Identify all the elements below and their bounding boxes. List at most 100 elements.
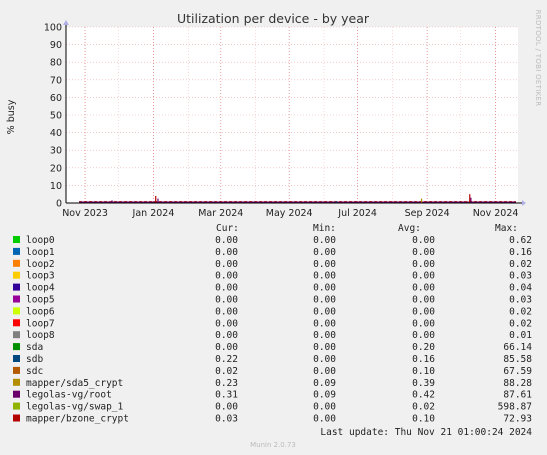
legend-min-value: 0.00 — [313, 259, 336, 270]
legend-cur-value: 0.00 — [215, 247, 238, 258]
y-tick-label: 80 — [50, 58, 62, 69]
legend-cur-value: 0.00 — [215, 235, 238, 246]
legend-cur-value: 0.00 — [215, 271, 238, 282]
legend-row: loop1 0.00 0.00 0.00 0.16 — [13, 247, 532, 258]
y-axis-arrow — [63, 20, 69, 25]
legend-avg-value: 0.10 — [412, 414, 435, 425]
legend-avg-value: 0.00 — [412, 330, 435, 341]
legend-min-value: 0.00 — [313, 330, 336, 341]
legend-label: loop1 — [26, 247, 55, 258]
legend-min-value: 0.09 — [313, 390, 336, 401]
legend-label: loop7 — [26, 318, 55, 329]
legend-swatch — [13, 331, 20, 339]
legend-cur-value: 0.31 — [215, 390, 238, 401]
legend-header-min: Min: — [313, 223, 336, 234]
legend-swatch — [13, 283, 20, 291]
legend-avg-value: 0.00 — [412, 259, 435, 270]
legend-max-value: 0.62 — [509, 235, 532, 246]
legend-swatch — [13, 307, 20, 315]
legend-min-value: 0.00 — [313, 414, 336, 425]
legend-row: loop8 0.00 0.00 0.00 0.01 — [13, 330, 532, 341]
x-tick-label: Sep 2024 — [405, 208, 450, 219]
legend-cur-value: 0.03 — [215, 414, 238, 425]
legend-avg-value: 0.39 — [412, 378, 435, 389]
legend-cur-value: 0.00 — [215, 283, 238, 294]
legend-max-value: 0.16 — [509, 247, 532, 258]
legend-label: sdc — [26, 366, 43, 377]
legend-row: sdb 0.22 0.00 0.16 85.58 — [13, 354, 532, 365]
y-tick-label: 70 — [50, 75, 62, 86]
legend-max-value: 0.01 — [509, 330, 532, 341]
legend-avg-value: 0.00 — [412, 283, 435, 294]
legend-avg-value: 0.10 — [412, 366, 435, 377]
x-tick-label: Jan 2024 — [132, 208, 175, 219]
legend-label: loop4 — [26, 283, 55, 294]
legend-min-value: 0.00 — [313, 283, 336, 294]
legend-swatch — [13, 390, 20, 398]
legend-avg-value: 0.00 — [412, 235, 435, 246]
legend-cur-value: 0.02 — [215, 366, 238, 377]
legend-label: mapper/sda5_crypt — [26, 378, 123, 389]
y-tick-label: 20 — [50, 163, 62, 174]
legend-label: loop5 — [26, 295, 55, 306]
legend-cur-value: 0.23 — [215, 378, 238, 389]
x-tick-label: Nov 2023 — [62, 208, 108, 219]
legend-avg-value: 0.00 — [412, 271, 435, 282]
y-tick-label: 100 — [44, 23, 62, 34]
legend-min-value: 0.00 — [313, 402, 336, 413]
legend-label: sdb — [26, 354, 43, 365]
legend-label: loop8 — [26, 330, 55, 341]
last-update: Last update: Thu Nov 21 01:00:24 2024 — [320, 427, 532, 438]
legend-swatch — [13, 295, 20, 303]
legend-max-value: 0.03 — [509, 271, 532, 282]
legend-cur-value: 0.00 — [215, 295, 238, 306]
legend-max-value: 88.28 — [503, 378, 532, 389]
legend-label: legolas-vg/swap_1 — [26, 402, 124, 413]
legend-label: mapper/bzone_crypt — [26, 414, 129, 425]
legend-row: loop6 0.00 0.00 0.00 0.02 — [13, 306, 532, 317]
legend-max-value: 0.02 — [509, 306, 532, 317]
legend-avg-value: 0.42 — [412, 390, 435, 401]
y-tick-label: 50 — [50, 111, 62, 122]
legend-swatch — [13, 378, 20, 386]
y-tick-label: 10 — [50, 181, 62, 192]
legend-avg-value: 0.00 — [412, 295, 435, 306]
legend-row: mapper/bzone_crypt 0.03 0.00 0.10 72.93 — [13, 414, 532, 425]
y-tick-label: 30 — [50, 146, 62, 157]
y-ticks: 0 10 20 30 40 50 60 70 80 90 100 — [44, 23, 62, 210]
legend-min-value: 0.00 — [313, 342, 336, 353]
legend-avg-value: 0.02 — [412, 402, 435, 413]
legend-avg-value: 0.00 — [412, 247, 435, 258]
legend-row: loop7 0.00 0.00 0.00 0.02 — [13, 318, 532, 329]
legend-cur-value: 0.00 — [215, 342, 238, 353]
y-tick-label: 0 — [56, 199, 62, 210]
legend-min-value: 0.00 — [313, 235, 336, 246]
legend-max-value: 67.59 — [503, 366, 532, 377]
legend-min-value: 0.00 — [313, 247, 336, 258]
legend-min-value: 0.00 — [313, 366, 336, 377]
x-tick-label: Jul 2024 — [337, 208, 377, 219]
legend-swatch — [13, 271, 20, 279]
x-tick-label: May 2024 — [266, 208, 313, 219]
legend-avg-value: 0.00 — [412, 318, 435, 329]
y-tick-label: 90 — [50, 40, 62, 51]
legend-swatch — [13, 343, 20, 351]
x-ticks: Nov 2023 Jan 2024 Mar 2024 May 2024 Jul 2024… — [62, 208, 518, 219]
y-tick-label: 40 — [50, 128, 62, 139]
legend-header-max: Max: — [495, 223, 518, 234]
side-label: RRDTOOL / TOBI OETIKER — [534, 10, 542, 107]
legend: loop0 0.00 0.00 0.00 0.62loop1 0.00 0.00 0.00 0.… — [13, 235, 532, 425]
legend-label: sda — [26, 342, 43, 353]
legend-row: legolas-vg/swap_1 0.00 0.00 0.02 598.87 — [13, 402, 532, 413]
legend-max-value: 0.02 — [509, 318, 532, 329]
legend-row: loop5 0.00 0.00 0.00 0.03 — [13, 295, 532, 306]
legend-cur-value: 0.00 — [215, 330, 238, 341]
legend-row: legolas-vg/root 0.31 0.09 0.42 87.61 — [13, 390, 532, 401]
legend-min-value: 0.00 — [313, 271, 336, 282]
x-axis-arrow — [522, 200, 526, 206]
legend-row: mapper/sda5_crypt 0.23 0.09 0.39 88.28 — [13, 378, 532, 389]
legend-swatch — [13, 402, 20, 410]
munin-version: Munin 2.0.73 — [250, 441, 296, 449]
chart-title: Utilization per device - by year — [177, 11, 370, 26]
legend-row: loop2 0.00 0.00 0.00 0.02 — [13, 259, 532, 270]
